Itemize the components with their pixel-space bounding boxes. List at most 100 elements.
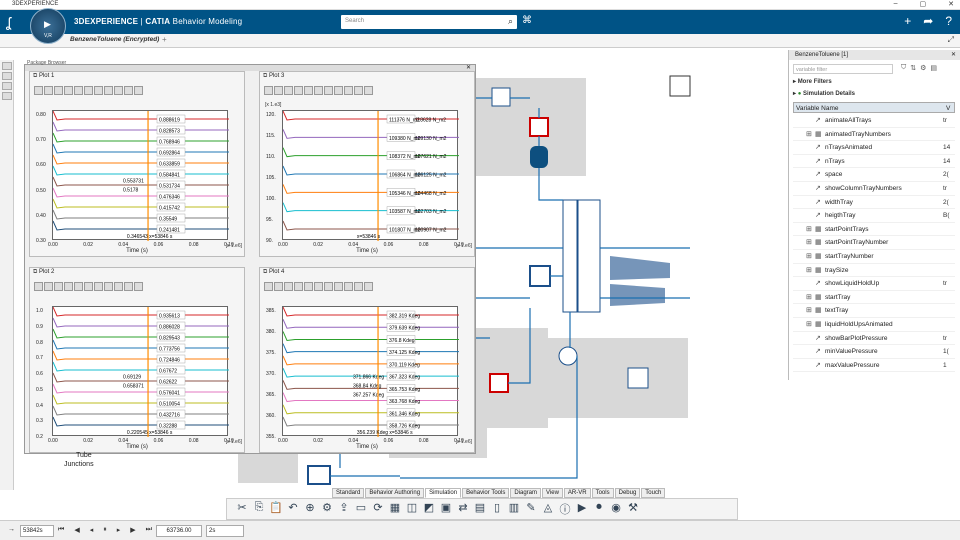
sort-icon[interactable]: ⇅ [910, 64, 916, 72]
variable-row[interactable]: ⊞ ▦ startTray [793, 291, 955, 305]
monitor-icon[interactable]: ▣ [439, 501, 453, 517]
search-icon[interactable]: ⌕ [508, 16, 513, 27]
remove-icon[interactable] [344, 282, 353, 291]
grid-icon[interactable] [324, 86, 333, 95]
variable-row[interactable]: ⊞ ▦ animatedTrayNumbers [793, 128, 955, 142]
variable-filter-input[interactable]: variable filter [793, 64, 893, 74]
tab-behavior-tools[interactable]: Behavior Tools [462, 488, 510, 498]
document-icon[interactable]: ▯ [490, 501, 504, 517]
prev-icon[interactable]: ◂ [90, 526, 94, 534]
settings-icon[interactable]: ⚙ [920, 64, 926, 72]
grid-icon[interactable] [94, 86, 103, 95]
back-icon[interactable] [304, 86, 313, 95]
info-icon[interactable]: ⓘ [558, 501, 572, 517]
tab-view[interactable]: View [542, 488, 563, 498]
plot-panel[interactable]: Plot 3 [x 1.e3]111376 N_m2118628 N_m21093… [259, 71, 475, 257]
image-icon[interactable] [364, 86, 373, 95]
plot-axes[interactable]: 0.888619 0.828573 0.768946 0.692864 0.633859… [52, 110, 229, 241]
pan-icon[interactable] [44, 86, 53, 95]
tool-icon[interactable] [1, 92, 12, 100]
plot-window[interactable]: ✕ Package Browser Plot 1 0.888619 0.828573… [24, 60, 476, 454]
step-forward-icon[interactable]: ▶ [130, 526, 135, 534]
compare-icon[interactable]: ⇄ [456, 501, 470, 517]
variable-row[interactable]: ⊞ ▦ startPointTrays [793, 223, 955, 237]
expand-icon[interactable]: ⊞ [806, 252, 812, 260]
tab-diagram[interactable]: Diagram [510, 488, 542, 498]
plot-icon[interactable]: ◫ [405, 501, 419, 517]
add-icon[interactable]: + [904, 14, 911, 28]
settings-icon[interactable] [354, 86, 363, 95]
time-field[interactable]: 53842s [20, 525, 54, 537]
tab-benzene-toluene[interactable]: BenzeneToluene (Encrypted) [70, 36, 159, 43]
back-icon[interactable] [74, 86, 83, 95]
column-header-value[interactable]: V [946, 105, 950, 112]
variable-row[interactable]: ↗ widthTray 2( [793, 196, 955, 210]
variable-row[interactable]: ⊞ ▦ textTray [793, 304, 955, 318]
delete-icon[interactable] [294, 282, 303, 291]
step-back-icon[interactable]: ◀ [74, 526, 79, 534]
zoom-icon[interactable] [264, 86, 273, 95]
fit-icon[interactable] [314, 282, 323, 291]
variable-row[interactable]: ⊞ ▦ startTrayNumber [793, 250, 955, 264]
expand-icon[interactable]: ⊞ [806, 238, 812, 246]
clear-icon[interactable] [284, 86, 293, 95]
record-icon[interactable]: ⏺ [592, 501, 606, 517]
add-tab-icon[interactable]: + [162, 35, 167, 44]
simulate-icon[interactable]: ▦ [388, 501, 402, 517]
column-header-name[interactable]: Variable Name [796, 105, 839, 112]
export-icon[interactable]: ⇪ [337, 501, 351, 517]
skip-end-icon[interactable]: ⏭ [146, 526, 152, 534]
clear-icon[interactable] [284, 282, 293, 291]
plot-axes[interactable]: 0.935613 0.886028 0.829543 0.773756 0.724846… [52, 306, 229, 437]
compass-widget[interactable]: ▶ V,R [30, 8, 66, 44]
tool-icon[interactable] [1, 82, 12, 90]
variable-row[interactable]: ↗ showBarPlotPressure tr [793, 332, 955, 346]
expand-icon[interactable]: ⊞ [806, 293, 812, 301]
sensor-icon[interactable]: ◩ [422, 501, 436, 517]
tab-behavior-authoring[interactable]: Behavior Authoring [365, 488, 425, 498]
table-icon[interactable] [104, 86, 113, 95]
variable-row[interactable]: ↗ heigthTray B( [793, 209, 955, 223]
delete-icon[interactable] [294, 86, 303, 95]
expand-icon[interactable]: ⊞ [806, 306, 812, 314]
pan-icon[interactable] [274, 282, 283, 291]
pan-icon[interactable] [44, 282, 53, 291]
variable-row[interactable]: ↗ space 2( [793, 168, 955, 182]
tab-touch[interactable]: Touch [641, 488, 666, 498]
close-icon[interactable]: ✕ [466, 64, 471, 71]
variable-row[interactable]: ↗ maxValuePressure 1 [793, 359, 955, 373]
variable-row[interactable]: ⊞ ▦ traySize [793, 264, 955, 278]
variable-row[interactable]: ↗ animateAllTrays tr [793, 114, 955, 128]
expand-icon[interactable]: ⊞ [806, 320, 812, 328]
tools-icon[interactable]: ✎ [524, 501, 538, 517]
clear-icon[interactable] [54, 86, 63, 95]
variable-row[interactable]: ⊞ ▦ startPointTrayNumber [793, 236, 955, 250]
zoom-icon[interactable]: ⊕ [303, 501, 317, 517]
clear-icon[interactable] [54, 282, 63, 291]
tag-icon[interactable]: ⌘ [522, 15, 532, 26]
zoom-icon[interactable] [34, 282, 43, 291]
cut-icon[interactable]: ✂ [235, 501, 249, 517]
variable-row[interactable]: ↗ minValuePressure 1( [793, 345, 955, 359]
paste-icon[interactable]: 📋 [269, 501, 283, 517]
table-icon[interactable] [334, 86, 343, 95]
image-icon[interactable] [364, 282, 373, 291]
grid-icon[interactable] [324, 282, 333, 291]
tool-icon[interactable] [1, 72, 12, 80]
close-icon[interactable]: ✕ [951, 51, 956, 58]
remove-icon[interactable] [114, 282, 123, 291]
close-icon[interactable]: ✕ [948, 0, 954, 8]
maximize-icon[interactable]: ▢ [920, 0, 927, 8]
table-icon[interactable] [334, 282, 343, 291]
settings-icon[interactable] [354, 282, 363, 291]
grid-icon[interactable] [94, 282, 103, 291]
skip-start-icon[interactable]: ⏮ [58, 526, 64, 534]
search-input[interactable]: Search ⌕ [341, 15, 517, 29]
fit-icon[interactable] [84, 282, 93, 291]
back-icon[interactable] [74, 282, 83, 291]
settings-icon[interactable] [124, 282, 133, 291]
plot-panel[interactable]: Plot 10.8886190.8285730.7689460.6928640.… [29, 71, 245, 257]
fit-icon[interactable] [84, 86, 93, 95]
fit-icon[interactable] [314, 86, 323, 95]
image-icon[interactable] [134, 282, 143, 291]
